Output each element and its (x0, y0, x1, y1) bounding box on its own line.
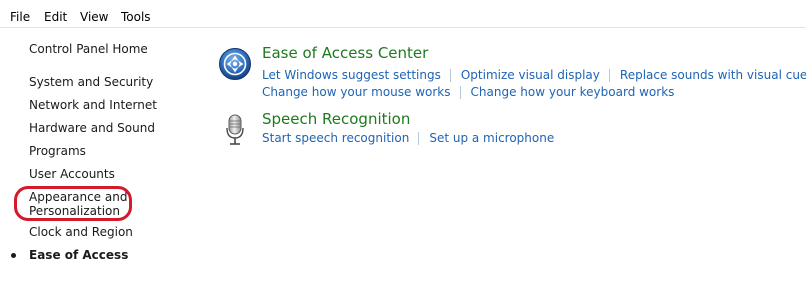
replace-sounds-with-visual-cues-link[interactable]: Replace sounds with visual cues (620, 68, 806, 82)
menu-file[interactable]: File (10, 10, 30, 24)
sidebar-item-programs[interactable]: Programs (29, 144, 86, 158)
highlight-annotation (14, 186, 132, 221)
sidebar-item-network-and-internet[interactable]: Network and Internet (29, 98, 157, 112)
link-separator (449, 69, 451, 82)
change-how-your-mouse-works-link[interactable]: Change how your mouse works (262, 85, 451, 99)
change-how-your-keyboard-works-link[interactable]: Change how your keyboard works (471, 85, 675, 99)
link-separator (459, 86, 461, 99)
menu-view[interactable]: View (80, 10, 108, 24)
sidebar-item-system-and-security[interactable]: System and Security (29, 75, 153, 89)
menu-tools[interactable]: Tools (121, 10, 151, 24)
speech-recognition-links: Start speech recognition Set up a microph… (262, 131, 554, 145)
optimize-visual-display-link[interactable]: Optimize visual display (461, 68, 600, 82)
ease-of-access-center-title[interactable]: Ease of Access Center (262, 44, 428, 62)
sidebar: Control Panel Home System and Security N… (0, 27, 200, 286)
start-speech-recognition-link[interactable]: Start speech recognition (262, 131, 409, 145)
speech-recognition-title[interactable]: Speech Recognition (262, 110, 410, 128)
current-item-bullet (11, 253, 16, 258)
sidebar-item-ease-of-access: Ease of Access (29, 248, 129, 262)
menu-bar: File Edit View Tools (0, 0, 806, 28)
set-up-a-microphone-link[interactable]: Set up a microphone (429, 131, 554, 145)
ease-of-access-links-row-2: Change how your mouse works Change how yo… (262, 85, 674, 99)
link-separator (418, 132, 420, 145)
ease-of-access-icon (219, 48, 251, 80)
sidebar-item-user-accounts[interactable]: User Accounts (29, 167, 115, 181)
menu-edit[interactable]: Edit (44, 10, 67, 24)
sidebar-control-panel-home[interactable]: Control Panel Home (29, 42, 148, 56)
ease-of-access-links-row-1: Let Windows suggest settings Optimize vis… (262, 68, 806, 82)
let-windows-suggest-settings-link[interactable]: Let Windows suggest settings (262, 68, 441, 82)
microphone-icon (226, 114, 244, 145)
link-separator (608, 69, 610, 82)
sidebar-item-clock-and-region[interactable]: Clock and Region (29, 225, 133, 239)
sidebar-item-hardware-and-sound[interactable]: Hardware and Sound (29, 121, 155, 135)
